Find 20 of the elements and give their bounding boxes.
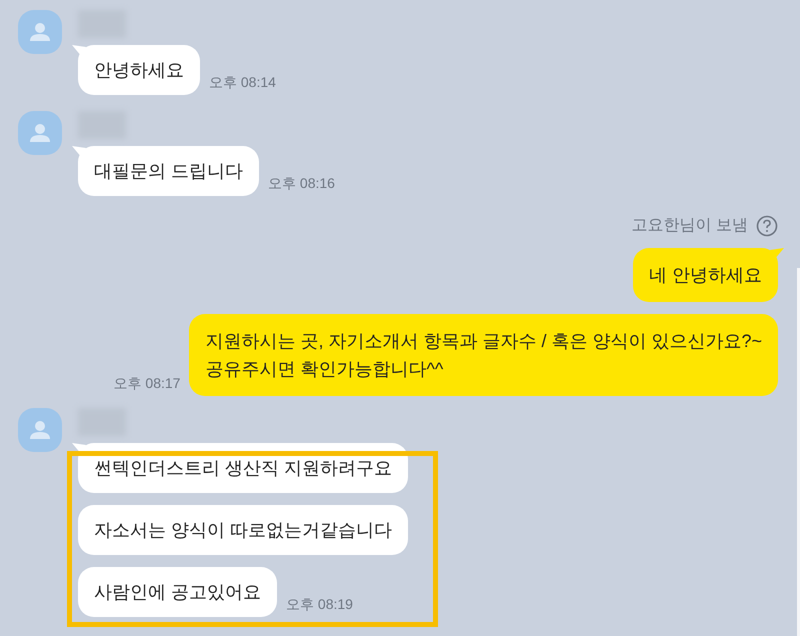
sender-note: 고요한님이 보냄: [632, 216, 748, 236]
person-icon: [29, 123, 51, 143]
message-time: 오후 08:19: [286, 597, 353, 614]
person-icon: [29, 22, 51, 42]
person-icon: [29, 420, 51, 440]
message-bubble: 썬텍인더스트리 생산직 지원하려구요: [78, 443, 408, 493]
message-bubble: 대필문의 드립니다: [78, 146, 260, 196]
bubble-tail: [72, 45, 86, 57]
message-time: 오후 08:14: [209, 75, 276, 92]
message-bubble: 지원하시는 곳, 자기소개서 항목과 글자수 / 혹은 양식이 있으신가요?~ 공유주시면 확인가능합니다^^: [189, 314, 778, 396]
message-bubble: 안녕하세요: [78, 45, 200, 95]
message-bubble: 자소서는 양식이 따로없는거같습니다: [78, 505, 408, 555]
scrollbar[interactable]: [797, 268, 800, 636]
bubble-tail: [770, 248, 784, 260]
help-icon[interactable]: [756, 215, 778, 237]
message-bubble: 네 안녕하세요: [632, 248, 778, 302]
message-time: 오후 08:17: [114, 376, 180, 393]
message-bubble: 사람인에 공고있어요: [78, 567, 278, 617]
bubble-tail: [72, 146, 86, 158]
message-time: 오후 08:16: [268, 176, 335, 193]
